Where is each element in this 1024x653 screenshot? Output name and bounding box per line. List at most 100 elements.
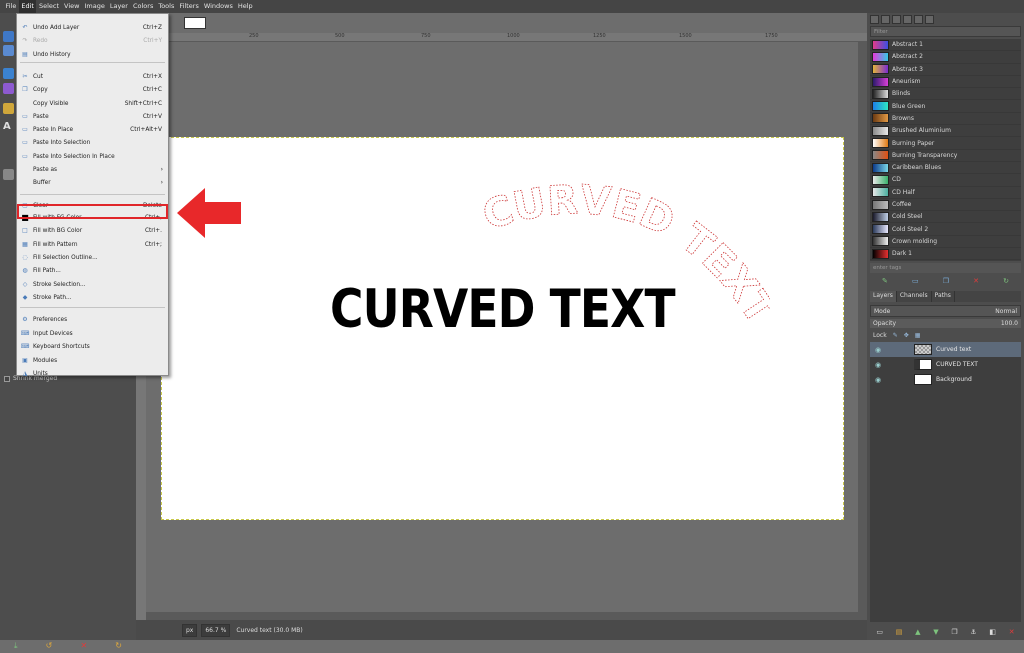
gradient-tab-icon[interactable] — [892, 15, 901, 24]
palette-tab-icon[interactable] — [914, 15, 923, 24]
menu-item-redo[interactable]: ↷ Redo Ctrl+Y — [17, 34, 168, 47]
menu-item-paste-in-place[interactable]: ▭ Paste In Place Ctrl+Alt+V — [17, 123, 168, 136]
menu-item-undo-add-layer[interactable]: ↶ Undo Add Layer Ctrl+Z — [17, 21, 168, 34]
gradient-item[interactable]: Browns — [870, 113, 1021, 126]
tab-channels[interactable]: Channels — [897, 291, 932, 302]
menu-item-fill-with-pattern[interactable]: ▦ Fill with Pattern Ctrl+; — [17, 238, 168, 251]
menu-item-paste[interactable]: ▭ Paste Ctrl+V — [17, 110, 168, 123]
gradient-item[interactable]: Blinds — [870, 88, 1021, 101]
menu-edit[interactable]: Edit — [18, 0, 37, 13]
layer-row[interactable]: ◉ Curved text — [870, 342, 1021, 357]
menu-item-cut[interactable]: ✂ Cut Ctrl+X — [17, 70, 168, 83]
menu-item-keyboard-shortcuts[interactable]: ⌨ Keyboard Shortcuts — [17, 340, 168, 353]
tab-layers[interactable]: Layers — [870, 291, 897, 302]
checkbox-icon[interactable] — [4, 375, 10, 382]
horizontal-scrollbar[interactable] — [146, 612, 858, 620]
mask-layer-icon[interactable]: ◧ — [989, 628, 996, 636]
gradient-item[interactable]: Cold Steel 2 — [870, 223, 1021, 236]
opacity-slider[interactable]: Opacity 100.0 — [870, 319, 1021, 328]
pattern-tab-icon[interactable] — [881, 15, 890, 24]
gradient-item[interactable]: Blue Green — [870, 100, 1021, 113]
menu-item-paste-as[interactable]: Paste as › — [17, 163, 168, 176]
menu-help[interactable]: Help — [235, 0, 255, 13]
refresh-gradient-icon[interactable]: ↻ — [1003, 277, 1009, 285]
lock-position-icon[interactable]: ✥ — [904, 332, 909, 339]
delete-gradient-icon[interactable]: ✕ — [973, 277, 979, 285]
edit-gradient-icon[interactable]: ✎ — [882, 277, 888, 285]
gradient-item[interactable]: Abstract 1 — [870, 39, 1021, 52]
eye-icon[interactable]: ◉ — [875, 376, 885, 384]
save-preset-icon[interactable]: ⤓ — [14, 641, 18, 651]
unit-select[interactable]: px — [182, 623, 198, 637]
gradient-item[interactable]: Abstract 2 — [870, 51, 1021, 64]
menu-filters[interactable]: Filters — [177, 0, 201, 13]
gradient-item[interactable]: Burning Transparency — [870, 150, 1021, 162]
document-tab-icon[interactable] — [925, 15, 934, 24]
lock-alpha-icon[interactable]: ▦ — [915, 332, 921, 339]
image-tab-thumbnail[interactable] — [184, 17, 206, 29]
text-tool-icon[interactable]: A — [3, 121, 14, 132]
mode-value[interactable]: Normal — [995, 308, 1017, 315]
menu-item-fill-path[interactable]: ◍ Fill Path... — [17, 264, 168, 277]
eye-icon[interactable]: ◉ — [875, 346, 885, 354]
menu-windows[interactable]: Windows — [201, 0, 235, 13]
zoom-select[interactable]: 66.7 % — [201, 623, 231, 637]
menu-image[interactable]: Image — [82, 0, 107, 13]
curved-text-selection[interactable]: CURVED TEXT — [470, 180, 770, 360]
menu-item-paste-into-selection[interactable]: ▭ Paste Into Selection — [17, 136, 168, 149]
tab-paths[interactable]: Paths — [932, 291, 955, 302]
vertical-scrollbar[interactable] — [858, 42, 867, 620]
anchor-layer-icon[interactable]: ⚓ — [970, 628, 976, 636]
layer-list[interactable]: ◉ Curved text ◉ CURVED TEXT ◉ Background — [870, 342, 1021, 622]
menu-item-fill-with-bg-color[interactable]: □ Fill with BG Color Ctrl+. — [17, 224, 168, 237]
gradient-item[interactable]: Crown molding — [870, 236, 1021, 249]
menu-item-input-devices[interactable]: ⌨ Input Devices — [17, 327, 168, 340]
gradient-tag-input[interactable]: enter tags — [870, 263, 1021, 273]
reset-icon[interactable]: ↻ — [115, 641, 122, 650]
gradient-item[interactable]: Cold Steel — [870, 211, 1021, 224]
delete-layer-icon[interactable]: ✕ — [1009, 628, 1015, 636]
lower-layer-icon[interactable]: ▼ — [933, 628, 938, 636]
gradient-list[interactable]: Abstract 1 Abstract 2 Abstract 3 Aneurism Bl… — [870, 39, 1021, 261]
gradient-item[interactable]: Burning Paper — [870, 137, 1021, 150]
menu-item-undo-history[interactable]: ▤ Undo History — [17, 48, 168, 61]
gradient-item[interactable]: Aneurism — [870, 76, 1021, 89]
menu-select[interactable]: Select — [36, 0, 61, 13]
restore-preset-icon[interactable]: ↺ — [46, 641, 53, 650]
menu-item-paste-into-selection-in-place[interactable]: ▭ Paste Into Selection In Place — [17, 150, 168, 163]
menu-item-copy-visible[interactable]: Copy Visible Shift+Ctrl+C — [17, 97, 168, 110]
paint-tool-icon[interactable] — [3, 83, 14, 94]
gradient-item[interactable]: Dark 1 — [870, 248, 1021, 261]
gradient-item[interactable]: Coffee — [870, 199, 1021, 212]
menu-item-preferences[interactable]: ⚙ Preferences — [17, 313, 168, 326]
raise-layer-icon[interactable]: ▲ — [915, 628, 920, 636]
layer-row[interactable]: ◉ Background — [870, 372, 1021, 387]
bucket-tool-icon[interactable] — [3, 103, 14, 114]
delete-preset-icon[interactable]: ✕ — [80, 641, 87, 650]
tool-options-icon[interactable] — [3, 169, 14, 180]
menu-file[interactable]: File — [3, 0, 19, 13]
duplicate-layer-icon[interactable]: ❐ — [951, 628, 957, 636]
layer-row[interactable]: ◉ CURVED TEXT — [870, 357, 1021, 372]
menu-item-copy[interactable]: ❐ Copy Ctrl+C — [17, 83, 168, 96]
gradient-item[interactable]: CD Half — [870, 187, 1021, 199]
gradient-item[interactable]: Caribbean Blues — [870, 162, 1021, 175]
eye-icon[interactable]: ◉ — [875, 361, 885, 369]
menu-tools[interactable]: Tools — [156, 0, 177, 13]
menu-item-units[interactable]: ◮ Units — [17, 367, 168, 380]
duplicate-gradient-icon[interactable]: ❐ — [943, 277, 949, 285]
menu-layer[interactable]: Layer — [107, 0, 130, 13]
menu-item-buffer[interactable]: Buffer › — [17, 176, 168, 189]
gradient-item[interactable]: Abstract 3 — [870, 64, 1021, 76]
menu-item-stroke-selection[interactable]: ◇ Stroke Selection... — [17, 278, 168, 291]
brush-tab-icon[interactable] — [870, 15, 879, 24]
menu-item-stroke-path[interactable]: ◆ Stroke Path... — [17, 291, 168, 304]
horizontal-ruler[interactable]: 250 500 750 1000 1250 1500 1750 — [146, 33, 867, 42]
menu-colors[interactable]: Colors — [130, 0, 155, 13]
menu-view[interactable]: View — [62, 0, 82, 13]
move-tool-icon[interactable] — [3, 31, 14, 42]
new-gradient-icon[interactable]: ▭ — [912, 277, 919, 285]
select-tool-icon[interactable] — [3, 68, 14, 79]
font-tab-icon[interactable] — [903, 15, 912, 24]
menu-item-modules[interactable]: ▣ Modules — [17, 354, 168, 367]
